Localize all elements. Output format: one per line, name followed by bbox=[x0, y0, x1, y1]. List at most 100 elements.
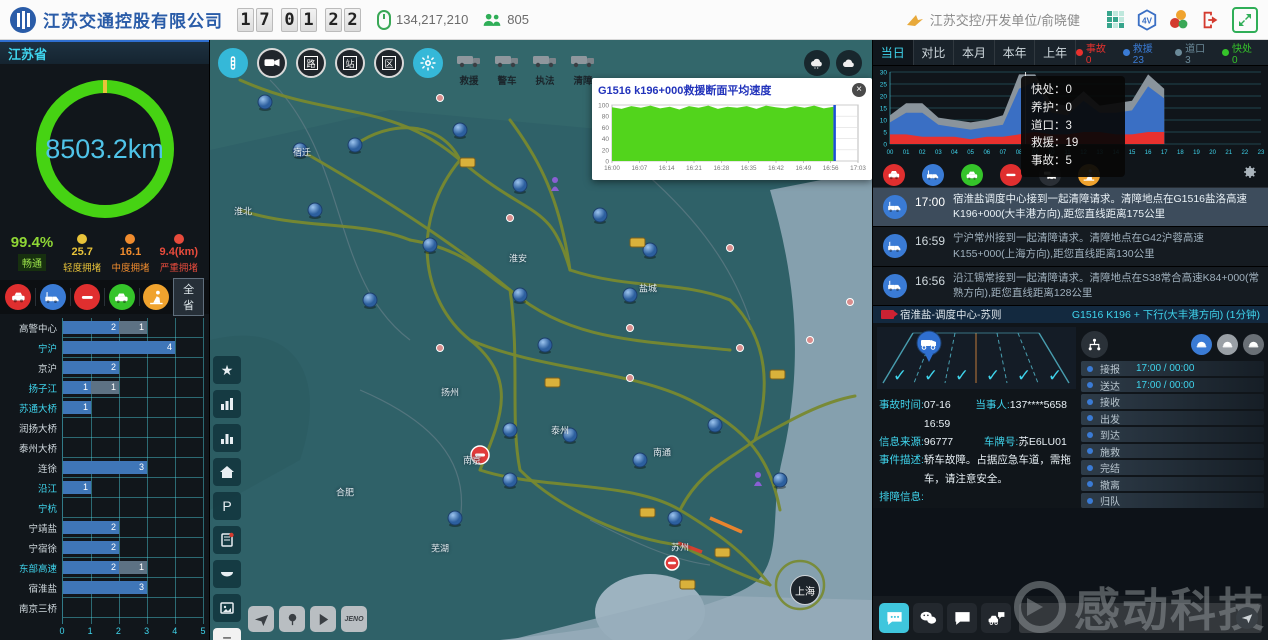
settings-gear-icon[interactable] bbox=[1242, 164, 1258, 185]
zone-layer-icon[interactable]: 区 bbox=[374, 48, 404, 78]
road-sign-layer-icon[interactable]: 路 bbox=[296, 48, 326, 78]
org-chart-icon[interactable] bbox=[1081, 331, 1108, 358]
chart-row[interactable] bbox=[63, 418, 203, 438]
timeline-row[interactable]: 到达 bbox=[1081, 427, 1264, 442]
chart-row[interactable]: 2 bbox=[63, 358, 203, 378]
tab-本月[interactable]: 本月 bbox=[954, 40, 995, 65]
chart-row[interactable] bbox=[63, 498, 203, 518]
traffic-light-layer-icon[interactable] bbox=[218, 48, 248, 78]
settings-layer-icon[interactable] bbox=[413, 48, 443, 78]
closure-icon[interactable] bbox=[74, 284, 100, 310]
resource-marker[interactable] bbox=[503, 423, 517, 437]
stats-tool-icon[interactable] bbox=[213, 390, 241, 418]
tow-truck-icon[interactable] bbox=[883, 195, 907, 219]
resource-marker[interactable] bbox=[453, 123, 467, 137]
legend-快处[interactable]: 快处 0 bbox=[1222, 40, 1260, 66]
incident-marker[interactable] bbox=[665, 556, 679, 570]
fullscreen-icon[interactable] bbox=[1232, 7, 1258, 33]
patrol-icon[interactable] bbox=[109, 284, 135, 310]
resource-marker[interactable] bbox=[503, 473, 517, 487]
chart-row[interactable]: 21 bbox=[63, 318, 203, 338]
report-tool-icon[interactable] bbox=[213, 526, 241, 554]
tab-本年[interactable]: 本年 bbox=[995, 40, 1036, 65]
pin-tool-icon[interactable] bbox=[279, 606, 305, 632]
tow-truck-icon[interactable] bbox=[883, 274, 907, 298]
resource-marker[interactable] bbox=[348, 138, 362, 152]
resource-marker[interactable] bbox=[708, 418, 722, 432]
dome-tool-icon[interactable] bbox=[213, 560, 241, 588]
tab-上年[interactable]: 上年 bbox=[1035, 40, 1076, 65]
chart-row[interactable]: 3 bbox=[63, 578, 203, 598]
resource-marker[interactable] bbox=[513, 288, 527, 302]
closure-filter-icon[interactable] bbox=[1000, 164, 1022, 186]
chart-row[interactable]: 1 bbox=[63, 478, 203, 498]
quickfix-filter-icon[interactable] bbox=[961, 164, 983, 186]
plane-tool-icon[interactable] bbox=[248, 606, 274, 632]
chart-row[interactable] bbox=[63, 598, 203, 618]
resource-marker[interactable] bbox=[423, 238, 437, 252]
resource-marker[interactable] bbox=[633, 453, 647, 467]
vehicle-layer-执法[interactable]: 执法 bbox=[532, 50, 558, 87]
tab-对比[interactable]: 对比 bbox=[914, 40, 955, 65]
message-icon[interactable] bbox=[947, 603, 977, 633]
chart-row[interactable]: 2 bbox=[63, 538, 203, 558]
vehicle-layer-救援[interactable]: 救援 bbox=[456, 50, 482, 87]
chart-row[interactable]: 2 bbox=[63, 518, 203, 538]
logout-icon[interactable] bbox=[1200, 9, 1222, 31]
jeno-tool-icon[interactable]: JENO bbox=[341, 606, 367, 632]
play-tool-icon[interactable] bbox=[310, 606, 336, 632]
chart-tool-icon[interactable] bbox=[213, 424, 241, 452]
construction-icon[interactable] bbox=[143, 284, 169, 310]
camera-layer-icon[interactable] bbox=[257, 48, 287, 78]
accident-filter-icon[interactable] bbox=[883, 164, 905, 186]
timeline-row[interactable]: 施救 bbox=[1081, 444, 1264, 459]
station-layer-icon[interactable]: 站 bbox=[335, 48, 365, 78]
chart-row[interactable]: 11 bbox=[63, 378, 203, 398]
event-row[interactable]: 17:00宿淮盐调度中心接到一起清障请求。清障地点在G1516盐洛高速K196+… bbox=[873, 188, 1268, 227]
car-message-icon[interactable] bbox=[981, 603, 1011, 633]
cloud-weather-icon[interactable] bbox=[836, 50, 862, 76]
favorites-tool-icon[interactable]: ★ bbox=[213, 356, 241, 384]
chart-row[interactable]: 4 bbox=[63, 338, 203, 358]
rescue-icon[interactable] bbox=[40, 284, 66, 310]
wechat-icon[interactable] bbox=[913, 603, 943, 633]
resource-marker[interactable] bbox=[448, 511, 462, 525]
send-icon[interactable] bbox=[1236, 607, 1258, 629]
vehicle-layer-警车[interactable]: 警车 bbox=[494, 50, 520, 87]
province-map[interactable]: 路 站 区 救援警车执法清障 G1516 k196+000救援断面平均速度 × … bbox=[210, 40, 872, 640]
resource-marker[interactable] bbox=[773, 473, 787, 487]
timeline-row[interactable]: 出发 bbox=[1081, 411, 1264, 426]
tow-truck-icon[interactable] bbox=[883, 234, 907, 258]
timeline-row[interactable]: 完结 bbox=[1081, 460, 1264, 475]
shanghai-marker[interactable]: 上海 bbox=[790, 575, 820, 605]
resource-marker[interactable] bbox=[623, 288, 637, 302]
chat-input[interactable] bbox=[1019, 603, 1262, 633]
apps-grid-icon[interactable] bbox=[1104, 9, 1126, 31]
legend-事故[interactable]: 事故 0 bbox=[1076, 40, 1114, 66]
timeline-row[interactable]: 接报17:00 / 00:00 bbox=[1081, 361, 1264, 376]
all-province-button[interactable]: 全省 bbox=[173, 278, 204, 316]
resource-marker[interactable] bbox=[513, 178, 527, 192]
helmet-gray-icon[interactable] bbox=[1217, 334, 1238, 355]
event-row[interactable]: 16:56沿江锡常接到一起清障请求。清障地点在S38常合高速K84+000(常熟… bbox=[873, 267, 1268, 306]
chat-bubble-icon[interactable] bbox=[879, 603, 909, 633]
timeline-row[interactable]: 接收 bbox=[1081, 394, 1264, 409]
resource-marker[interactable] bbox=[593, 208, 607, 222]
resource-marker[interactable] bbox=[258, 95, 272, 109]
timeline-row[interactable]: 撤离 bbox=[1081, 477, 1264, 492]
resource-marker[interactable] bbox=[308, 203, 322, 217]
chart-row[interactable]: 3 bbox=[63, 458, 203, 478]
traffic-dots-icon[interactable] bbox=[1168, 9, 1190, 31]
timeline-row[interactable]: 送达17:00 / 00:00 bbox=[1081, 378, 1264, 393]
accident-icon[interactable] bbox=[5, 284, 31, 310]
chart-row[interactable]: 21 bbox=[63, 558, 203, 578]
rescue-filter-icon[interactable] bbox=[922, 164, 944, 186]
snow-weather-icon[interactable] bbox=[804, 50, 830, 76]
user-info[interactable]: 江苏交控/开发单位/俞晓健 bbox=[906, 10, 1080, 29]
menu-tool-icon[interactable]: ≡ bbox=[213, 628, 241, 640]
chart-row[interactable]: 1 bbox=[63, 398, 203, 418]
4v-badge-icon[interactable]: 4V bbox=[1136, 9, 1158, 31]
tab-当日[interactable]: 当日 bbox=[873, 40, 914, 65]
resource-marker[interactable] bbox=[538, 338, 552, 352]
home-tool-icon[interactable] bbox=[213, 458, 241, 486]
